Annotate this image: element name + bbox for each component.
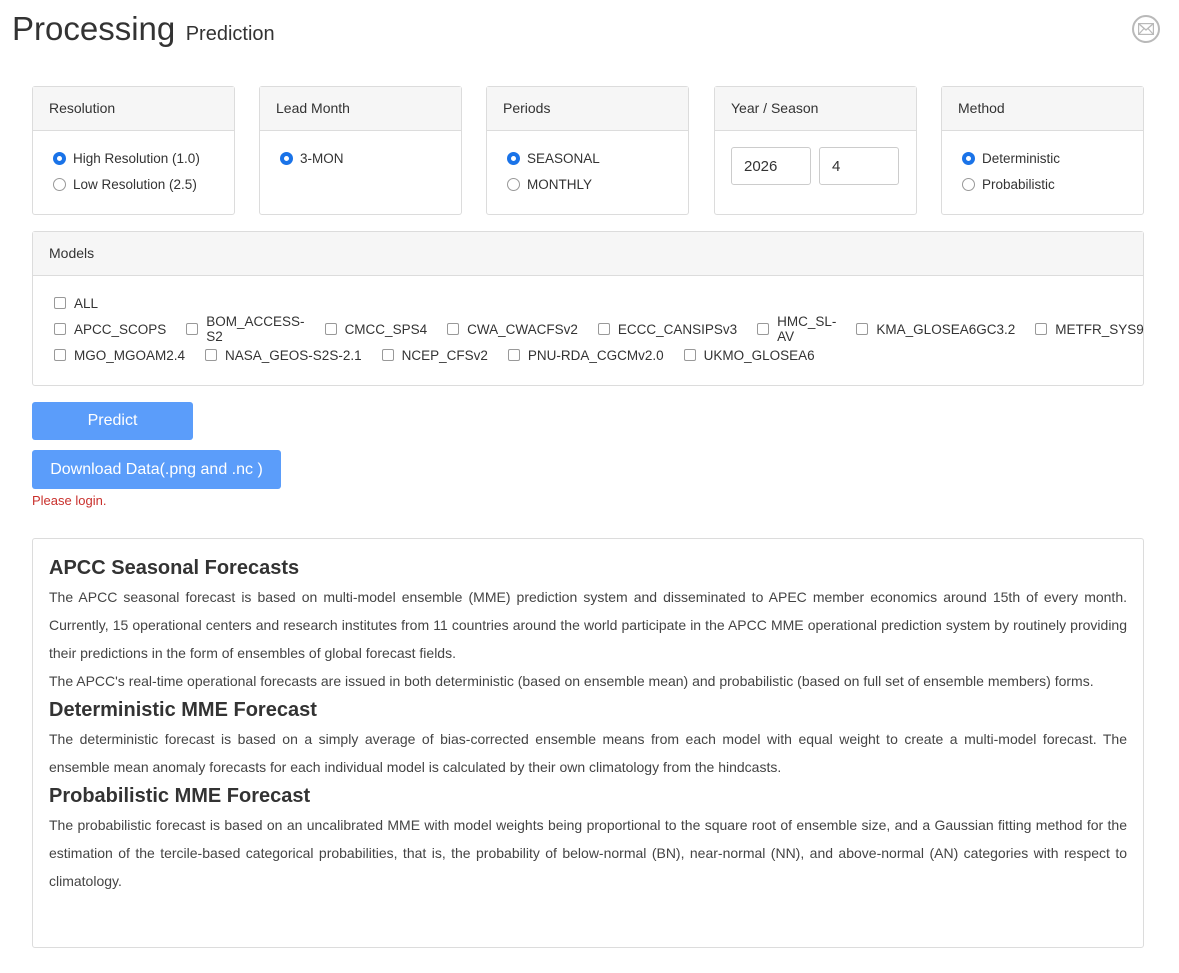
model-label: ALL	[74, 295, 99, 311]
radio-selected-icon[interactable]	[507, 151, 520, 165]
radio-selected-icon[interactable]	[280, 151, 293, 165]
model-checkbox[interactable]: KMA_GLOSEA6GC3.2	[856, 322, 1015, 337]
section-paragraph: The probabilistic forecast is based on a…	[49, 817, 1127, 889]
checkbox-icon[interactable]	[447, 323, 460, 335]
model-checkbox[interactable]: CWA_CWACFSv2	[447, 322, 578, 337]
lead-month-option-label: 3-MON	[300, 150, 344, 166]
section-heading: APCC Seasonal Forecasts	[49, 557, 300, 579]
checkbox-icon[interactable]	[54, 323, 66, 335]
page-title-main: Processing	[12, 10, 176, 47]
checkbox-icon[interactable]	[381, 349, 394, 361]
lead-month-option-3mon[interactable]: 3-MON	[280, 145, 461, 171]
method-option-label: Deterministic	[982, 150, 1061, 166]
login-message: Please login.	[32, 493, 107, 508]
checkbox-icon[interactable]	[324, 323, 337, 335]
model-label: CMCC_SPS4	[344, 321, 428, 337]
model-checkbox[interactable]: CMCC_SPS4	[324, 321, 428, 337]
model-checkbox[interactable]: PNU-RDA_CGCMv2.0	[507, 347, 664, 363]
lead-month-label: Lead Month	[260, 87, 461, 131]
checkbox-icon[interactable]	[683, 349, 696, 361]
checkbox-icon[interactable]	[507, 349, 520, 361]
model-label: HMC_SL-AV	[777, 314, 837, 344]
periods-option-label: SEASONAL	[527, 150, 600, 166]
year-input[interactable]	[731, 147, 811, 185]
periods-option-monthly[interactable]: MONTHLY	[507, 171, 688, 197]
radio-unselected-icon[interactable]	[53, 177, 66, 191]
model-label: PNU-RDA_CGCMv2.0	[527, 347, 664, 363]
page-title: Processing Prediction	[12, 10, 275, 48]
periods-option-seasonal[interactable]: SEASONAL	[507, 145, 688, 171]
model-checkbox[interactable]: MGO_MGOAM2.4	[54, 348, 185, 363]
model-label: BOM_ACCESS-S2	[206, 314, 305, 344]
model-label: NASA_GEOS-S2S-2.1	[225, 347, 362, 363]
year-season-label: Year / Season	[715, 87, 916, 131]
section-paragraph: The APCC's real-time operational forecas…	[49, 673, 1094, 689]
resolution-option-label: High Resolution (1.0)	[73, 150, 200, 166]
section-paragraph: The deterministic forecast is based on a…	[49, 731, 1127, 775]
model-checkbox[interactable]: NCEP_CFSv2	[381, 347, 488, 363]
checkbox-icon[interactable]	[1035, 323, 1048, 335]
radio-selected-icon[interactable]	[53, 151, 66, 165]
periods-option-label: MONTHLY	[527, 176, 593, 192]
checkbox-icon[interactable]	[757, 323, 770, 335]
resolution-option-low[interactable]: Low Resolution (2.5)	[53, 171, 234, 197]
mail-icon[interactable]	[1132, 15, 1160, 43]
radio-unselected-icon[interactable]	[962, 177, 975, 191]
checkbox-icon[interactable]	[186, 323, 199, 335]
checkbox-icon[interactable]	[205, 349, 218, 361]
model-checkbox[interactable]: METFR_SYS9	[1035, 322, 1144, 337]
model-checkbox-all[interactable]: ALL	[54, 296, 98, 311]
checkbox-icon[interactable]	[54, 349, 66, 361]
section-heading: Deterministic MME Forecast	[49, 699, 317, 721]
model-label: METFR_SYS9	[1055, 321, 1144, 337]
radio-unselected-icon[interactable]	[507, 177, 520, 191]
model-label: MGO_MGOAM2.4	[74, 347, 186, 363]
model-label: UKMO_GLOSEA6	[703, 347, 815, 363]
season-input[interactable]	[819, 147, 899, 185]
resolution-label: Resolution	[33, 87, 234, 131]
model-checkbox[interactable]: APCC_SCOPS	[54, 322, 166, 337]
models-label: Models	[33, 232, 1143, 276]
checkbox-icon[interactable]	[597, 323, 610, 335]
method-label: Method	[942, 87, 1143, 131]
model-checkbox[interactable]: UKMO_GLOSEA6	[683, 347, 815, 363]
method-option-label: Probabilistic	[982, 176, 1055, 192]
model-label: APCC_SCOPS	[74, 321, 167, 337]
models-panel: Models ALL APCC_SCOPS BOM_ACCESS-S2 CMCC…	[32, 231, 1144, 386]
model-label: ECCC_CANSIPSv3	[617, 321, 738, 337]
model-checkbox[interactable]: BOM_ACCESS-S2	[186, 314, 305, 344]
model-label: KMA_GLOSEA6GC3.2	[876, 321, 1016, 337]
model-label: CWA_CWACFSv2	[467, 321, 578, 337]
model-checkbox[interactable]: NASA_GEOS-S2S-2.1	[205, 348, 362, 363]
resolution-panel: Resolution High Resolution (1.0) Low Res…	[32, 86, 235, 215]
model-checkbox[interactable]: HMC_SL-AV	[757, 314, 836, 344]
periods-panel: Periods SEASONAL MONTHLY	[486, 86, 689, 215]
periods-label: Periods	[487, 87, 688, 131]
method-option-probabilistic[interactable]: Probabilistic	[962, 171, 1143, 197]
resolution-option-label: Low Resolution (2.5)	[73, 176, 197, 192]
model-checkbox[interactable]: ECCC_CANSIPSv3	[597, 321, 738, 337]
model-label: NCEP_CFSv2	[401, 347, 488, 363]
radio-selected-icon[interactable]	[962, 151, 975, 165]
method-option-deterministic[interactable]: Deterministic	[962, 145, 1143, 171]
page-subtitle: Prediction	[185, 23, 275, 45]
method-panel: Method Deterministic Probabilistic	[941, 86, 1144, 215]
checkbox-icon[interactable]	[856, 323, 869, 335]
section-heading: Probabilistic MME Forecast	[49, 785, 311, 807]
resolution-option-high[interactable]: High Resolution (1.0)	[53, 145, 234, 171]
download-data-button[interactable]: Download Data(.png and .nc )	[32, 450, 281, 489]
checkbox-icon[interactable]	[54, 297, 66, 309]
predict-button[interactable]: Predict	[32, 402, 193, 440]
info-box: APCC Seasonal Forecasts The APCC seasona…	[32, 538, 1144, 948]
year-season-panel: Year / Season	[714, 86, 917, 215]
lead-month-panel: Lead Month 3-MON	[259, 86, 462, 215]
section-paragraph: The APCC seasonal forecast is based on m…	[49, 589, 1127, 661]
